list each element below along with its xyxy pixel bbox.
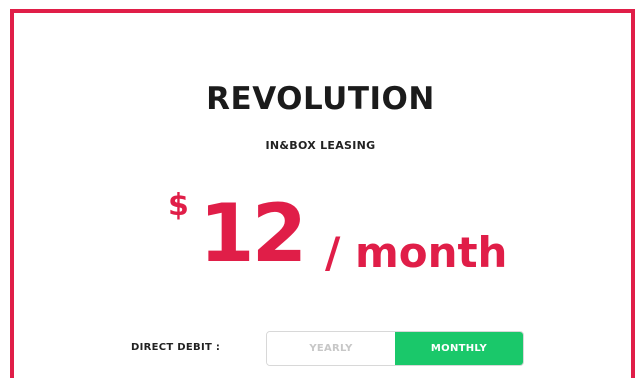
price-currency: $	[168, 188, 189, 223]
billing-toggle: YEARLY MONTHLY	[266, 331, 524, 366]
yearly-option[interactable]: YEARLY	[267, 332, 395, 365]
pricing-card	[10, 9, 635, 378]
billing-selector: DIRECT DEBIT : YEARLY MONTHLY	[0, 331, 641, 367]
plan-name: REVOLUTION	[206, 81, 435, 117]
plan-subtitle: IN&BOX LEASING	[265, 139, 376, 152]
price-amount: 12	[199, 187, 307, 280]
price-period: / month	[325, 228, 508, 277]
monthly-option[interactable]: MONTHLY	[395, 332, 523, 365]
billing-label: DIRECT DEBIT :	[131, 342, 221, 353]
